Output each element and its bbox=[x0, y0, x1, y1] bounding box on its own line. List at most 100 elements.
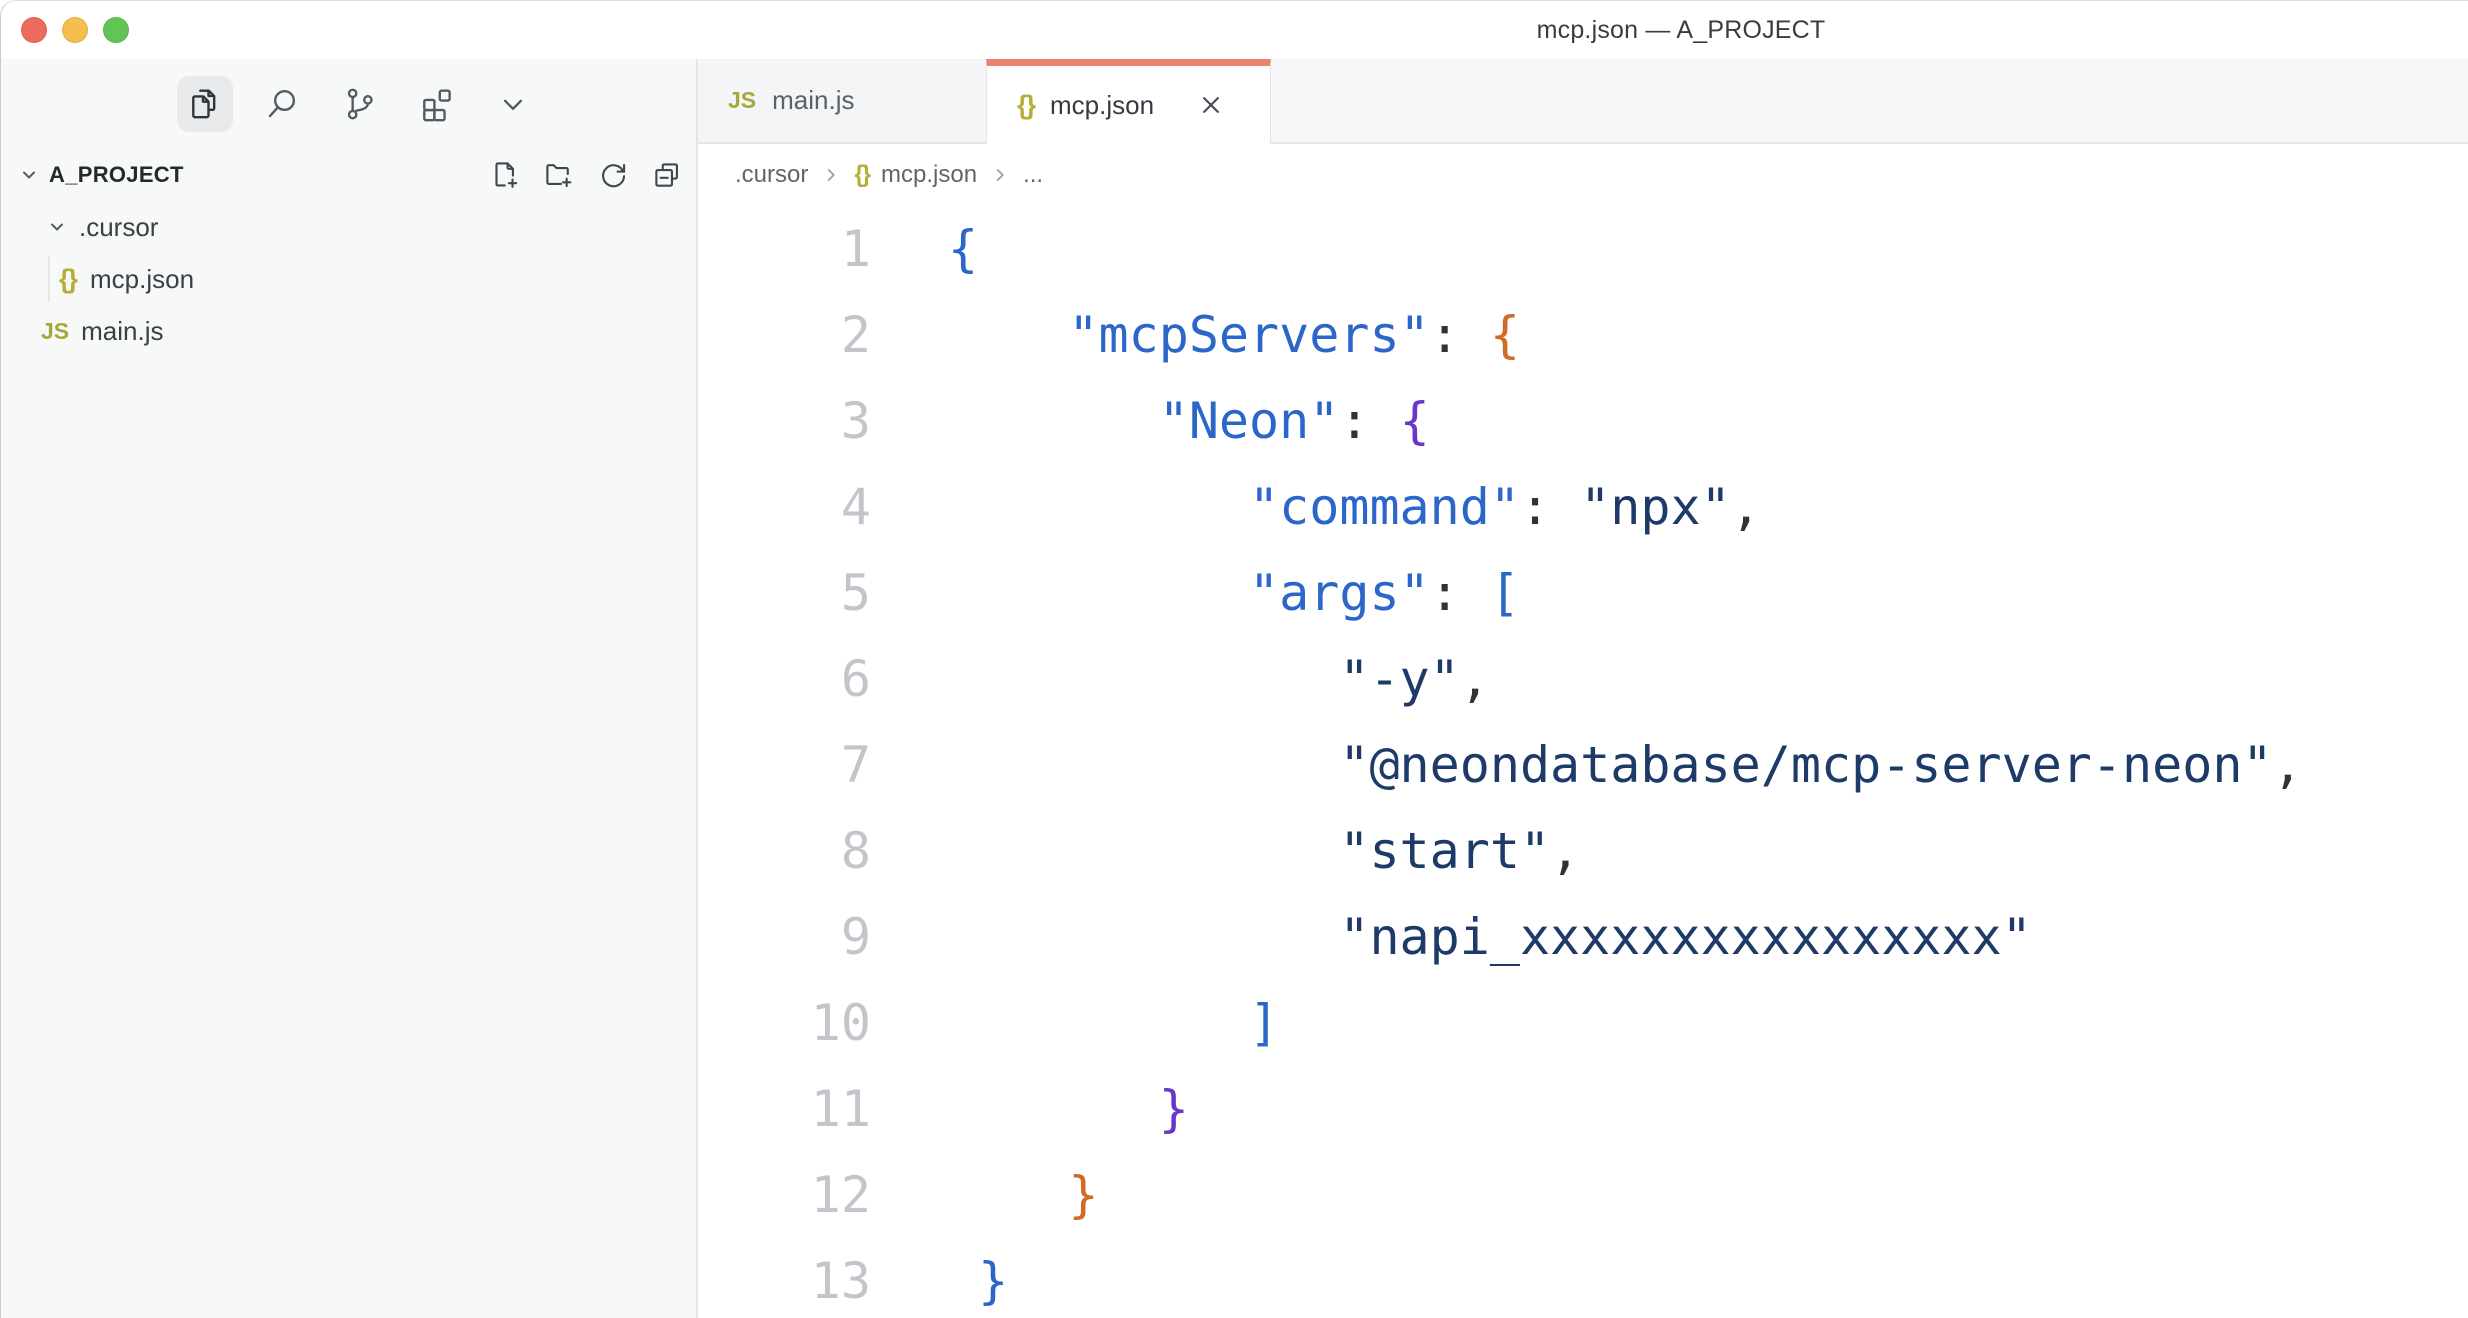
tab-label: mcp.json bbox=[1050, 90, 1154, 121]
chevron-down-icon bbox=[45, 215, 69, 239]
tree-item-label: .cursor bbox=[79, 212, 158, 243]
file-tree: .cursor {} mcp.json JS main.js bbox=[1, 201, 696, 357]
tabbar-empty-space bbox=[1271, 59, 2468, 144]
code-line[interactable]: 10 ] bbox=[698, 980, 2468, 1066]
new-file-icon[interactable] bbox=[488, 158, 522, 192]
code-token-b1: { bbox=[948, 220, 978, 278]
chevron-down-icon bbox=[17, 163, 41, 187]
chevron-right-icon bbox=[820, 164, 842, 186]
line-number: 6 bbox=[698, 636, 903, 722]
line-number: 4 bbox=[698, 464, 903, 550]
code-token-punc: , bbox=[2273, 736, 2303, 794]
code-line[interactable]: 13 } bbox=[698, 1238, 2468, 1318]
tab-mcp-json[interactable]: {} mcp.json bbox=[986, 59, 1271, 144]
code-line[interactable]: 3 "Neon": { bbox=[698, 378, 2468, 464]
code-line-text: "Neon": { bbox=[903, 378, 1430, 464]
new-folder-icon[interactable] bbox=[542, 158, 576, 192]
sidebar: A_PROJECT bbox=[1, 59, 698, 1318]
code-token-ws bbox=[948, 650, 1339, 708]
zoom-window-button[interactable] bbox=[103, 17, 129, 43]
js-file-icon: JS bbox=[41, 318, 69, 345]
line-number: 13 bbox=[698, 1238, 903, 1318]
close-tab-icon[interactable] bbox=[1196, 90, 1226, 120]
code-line-text: } bbox=[903, 1152, 1099, 1238]
explorer-section-header[interactable]: A_PROJECT bbox=[1, 149, 696, 201]
code-token-b1: } bbox=[978, 1252, 1008, 1310]
editor-pane: JS main.js {} mcp.json .cursor bbox=[698, 59, 2468, 1318]
breadcrumb-segment-folder[interactable]: .cursor bbox=[735, 161, 808, 189]
project-root-label: A_PROJECT bbox=[49, 162, 184, 188]
code-token-str: "napi_xxxxxxxxxxxxxxxx" bbox=[1339, 908, 2031, 966]
code-token-ws bbox=[948, 392, 1159, 450]
code-token-punc: , bbox=[1550, 822, 1580, 880]
line-number: 10 bbox=[698, 980, 903, 1066]
code-line[interactable]: 4 "command": "npx", bbox=[698, 464, 2468, 550]
code-line-text: "command": "npx", bbox=[903, 464, 1761, 550]
breadcrumb-tail[interactable]: ... bbox=[1023, 161, 1043, 189]
line-number: 1 bbox=[698, 206, 903, 292]
line-number: 12 bbox=[698, 1152, 903, 1238]
collapse-folders-icon[interactable] bbox=[650, 158, 684, 192]
code-token-ws bbox=[948, 1080, 1159, 1138]
minimize-window-button[interactable] bbox=[62, 17, 88, 43]
explorer-icon[interactable] bbox=[177, 76, 233, 132]
code-area[interactable]: 1{2 "mcpServers": {3 "Neon": {4 "command… bbox=[698, 206, 2468, 1318]
tab-main-js[interactable]: JS main.js bbox=[698, 59, 986, 144]
code-line[interactable]: 11 } bbox=[698, 1066, 2468, 1152]
code-line[interactable]: 7 "@neondatabase/mcp-server-neon", bbox=[698, 722, 2468, 808]
main-split: A_PROJECT bbox=[1, 59, 2468, 1318]
search-icon[interactable] bbox=[254, 76, 310, 132]
chevron-right-icon bbox=[989, 164, 1011, 186]
activity-bar bbox=[1, 59, 696, 149]
line-number: 11 bbox=[698, 1066, 903, 1152]
code-token-str: "@neondatabase/mcp-server-neon" bbox=[1339, 736, 2272, 794]
close-window-button[interactable] bbox=[21, 17, 47, 43]
code-line-text: } bbox=[903, 1066, 1189, 1152]
code-line[interactable]: 1{ bbox=[698, 206, 2468, 292]
line-number: 7 bbox=[698, 722, 903, 808]
code-line[interactable]: 6 "-y", bbox=[698, 636, 2468, 722]
app-window: mcp.json — A_PROJECT bbox=[0, 0, 2468, 1318]
code-line[interactable]: 12 } bbox=[698, 1152, 2468, 1238]
code-line-text: "-y", bbox=[903, 636, 1490, 722]
line-number: 9 bbox=[698, 894, 903, 980]
tree-item-cursor-folder[interactable]: .cursor bbox=[1, 201, 696, 253]
code-token-b2: } bbox=[1068, 1166, 1098, 1224]
window-title: mcp.json — A_PROJECT bbox=[1537, 16, 1826, 45]
code-line-text: "args": [ bbox=[903, 550, 1520, 636]
breadcrumb-segment-file[interactable]: mcp.json bbox=[881, 161, 977, 189]
code-token-b3: } bbox=[1159, 1080, 1189, 1138]
code-token-b1: ] bbox=[1249, 994, 1279, 1052]
code-token-str: "start" bbox=[1339, 822, 1550, 880]
code-token-ws bbox=[948, 306, 1068, 364]
code-token-str: "npx" bbox=[1580, 478, 1731, 536]
code-token-ws bbox=[948, 564, 1249, 622]
code-token-b1: [ bbox=[1490, 564, 1520, 622]
code-line[interactable]: 2 "mcpServers": { bbox=[698, 292, 2468, 378]
code-token-ws bbox=[948, 736, 1339, 794]
tab-label: main.js bbox=[772, 85, 854, 116]
code-line[interactable]: 5 "args": [ bbox=[698, 550, 2468, 636]
code-token-b2: { bbox=[1490, 306, 1520, 364]
extensions-icon[interactable] bbox=[408, 76, 464, 132]
source-control-icon[interactable] bbox=[331, 76, 387, 132]
refresh-icon[interactable] bbox=[596, 158, 630, 192]
code-token-punc: : bbox=[1430, 306, 1490, 364]
code-token-str: "-y" bbox=[1339, 650, 1459, 708]
code-line[interactable]: 8 "start", bbox=[698, 808, 2468, 894]
tree-item-label: main.js bbox=[81, 316, 163, 347]
tree-item-label: mcp.json bbox=[90, 264, 194, 295]
tab-bar: JS main.js {} mcp.json bbox=[698, 59, 2468, 144]
code-token-punc: : bbox=[1339, 392, 1399, 450]
tree-item-mcp-json[interactable]: {} mcp.json bbox=[1, 253, 696, 305]
json-file-icon: {} bbox=[854, 161, 869, 189]
more-views-chevron-icon[interactable] bbox=[485, 76, 541, 132]
code-token-key: "args" bbox=[1249, 564, 1430, 622]
code-line[interactable]: 9 "napi_xxxxxxxxxxxxxxxx" bbox=[698, 894, 2468, 980]
tree-item-main-js[interactable]: JS main.js bbox=[1, 305, 696, 357]
code-token-punc: , bbox=[1460, 650, 1490, 708]
code-line-text: "mcpServers": { bbox=[903, 292, 1520, 378]
code-line-text: "napi_xxxxxxxxxxxxxxxx" bbox=[903, 894, 2032, 980]
code-line-text: ] bbox=[903, 980, 1279, 1066]
line-number: 3 bbox=[698, 378, 903, 464]
